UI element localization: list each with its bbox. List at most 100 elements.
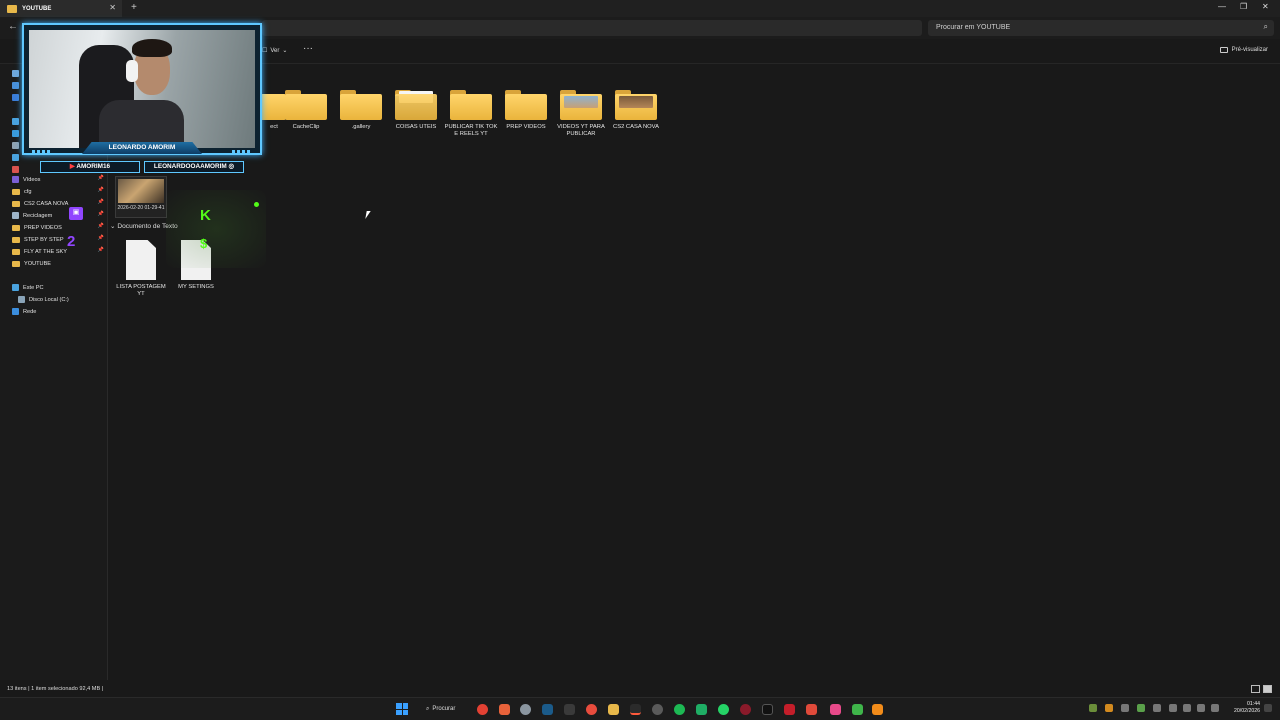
- sidebar-item-cfg[interactable]: cfg 📌: [12, 186, 106, 197]
- text-file-item[interactable]: LISTA POSTAGEM YT: [113, 240, 169, 298]
- text-file-icon: [126, 240, 156, 280]
- app-icon[interactable]: [852, 704, 863, 715]
- sidebar-item-videos[interactable]: Vídeos 📌: [12, 174, 106, 185]
- sidebar-item-fly-at-the-sky[interactable]: FLY AT THE SKY 📌: [12, 246, 106, 257]
- folder-item[interactable]: PREP VIDEOS: [499, 88, 553, 131]
- app-icon[interactable]: [740, 704, 751, 715]
- preview-icon: [1219, 47, 1228, 53]
- folder-item[interactable]: PUBLICAR TIK TOK E REELS YT: [444, 88, 498, 138]
- minimize-button[interactable]: —: [1218, 2, 1226, 11]
- maximize-button[interactable]: ❐: [1240, 2, 1247, 11]
- obs-icon[interactable]: [586, 704, 597, 715]
- microphone-icon[interactable]: [1169, 704, 1177, 712]
- tray-icon[interactable]: [1105, 704, 1113, 712]
- sidebar-item-step-by-step[interactable]: STEP BY STEP 📌: [12, 234, 106, 245]
- documents-icon[interactable]: [12, 140, 22, 151]
- live-dot: [254, 202, 259, 207]
- home-icon[interactable]: [12, 68, 22, 79]
- video-file-item[interactable]: 2026-02-20 01-29-41: [115, 176, 167, 218]
- tray-icon[interactable]: [1153, 704, 1161, 712]
- preview-pane-button[interactable]: Pré-visualizar: [1219, 47, 1268, 53]
- sidebar-item-label: Disco Local (C:): [29, 296, 69, 303]
- desktop-icon[interactable]: [12, 116, 22, 127]
- streamer-name: LEONARDO AMORIM: [82, 142, 202, 154]
- date: 20/02/2026: [1234, 708, 1260, 714]
- preview-label: Pré-visualizar: [1231, 47, 1268, 53]
- webcam-frame: [22, 23, 262, 155]
- more-options-button[interactable]: ···: [303, 43, 313, 54]
- app-icon[interactable]: [696, 704, 707, 715]
- file-explorer-icon[interactable]: [608, 704, 619, 715]
- search-input[interactable]: Procurar em YOUTUBE: [936, 24, 1010, 31]
- folder-item[interactable]: CacheClip: [279, 88, 333, 131]
- app-icon[interactable]: [564, 704, 575, 715]
- sidebar-item-reciclagem[interactable]: Reciclagem 📌: [12, 210, 106, 221]
- close-tab-icon[interactable]: ✕: [109, 3, 116, 12]
- sidebar-item-prep-videos[interactable]: PREP VIDEOS 📌: [12, 222, 106, 233]
- sidebar-item-label: Vídeos: [23, 176, 41, 183]
- frame-decoration: [32, 150, 50, 153]
- spotify-icon[interactable]: [674, 704, 685, 715]
- folder-icon: [12, 236, 20, 243]
- folder-item[interactable]: COISAS UTEIS: [389, 88, 443, 131]
- folder-icon: [285, 88, 327, 120]
- brave-icon[interactable]: [499, 704, 510, 715]
- tray-icon[interactable]: [1089, 704, 1097, 712]
- tiktok-icon[interactable]: [762, 704, 773, 715]
- folder-item[interactable]: .gallery: [334, 88, 388, 131]
- view-menu-button[interactable]: ☐ Ver ⌄: [262, 47, 287, 55]
- sidebar-item-este-pc[interactable]: Este PC: [12, 282, 106, 293]
- app-icon[interactable]: [830, 704, 841, 715]
- sidebar-item-youtube[interactable]: YOUTUBE: [12, 258, 106, 269]
- folder-item[interactable]: VIDEOS YT PARA PUBLICAR: [554, 88, 608, 138]
- notifications-icon[interactable]: [1264, 704, 1272, 712]
- chrome-icon[interactable]: [477, 704, 488, 715]
- sidebar-item-rede[interactable]: Rede: [12, 306, 106, 317]
- sidebar-item-label: FLY AT THE SKY: [24, 248, 68, 255]
- tab-youtube[interactable]: YOUTUBE ✕: [0, 0, 122, 17]
- taskbar-search[interactable]: ⌕ Procurar: [421, 702, 469, 716]
- back-arrow-icon[interactable]: ←: [8, 21, 18, 32]
- instagram-icon: ◎: [226, 163, 235, 170]
- whatsapp-icon[interactable]: [718, 704, 729, 715]
- settings-icon[interactable]: [520, 704, 531, 715]
- tray-icon[interactable]: [1121, 704, 1129, 712]
- file-label: MY SETINGS: [178, 284, 214, 290]
- volume-icon[interactable]: [1197, 704, 1205, 712]
- folder-item[interactable]: CS2 CASA NOVA: [609, 88, 663, 131]
- taskbar-search-label: Procurar: [432, 706, 456, 712]
- network-icon: [12, 308, 19, 315]
- app-icon[interactable]: [806, 704, 817, 715]
- onedrive-icon[interactable]: [12, 92, 22, 103]
- pc-icon: [12, 284, 19, 291]
- details-view-icon[interactable]: [1251, 685, 1260, 693]
- pin-icon: 📌: [97, 187, 104, 193]
- sidebar-item-disco-local[interactable]: Disco Local (C:): [18, 294, 112, 305]
- app-icon[interactable]: [784, 704, 795, 715]
- close-window-button[interactable]: ✕: [1262, 2, 1269, 11]
- webcam-overlay: LEONARDO AMORIM ▶ AMORIM16 LEONARDOOAAMO…: [22, 23, 262, 175]
- gallery-icon[interactable]: [12, 80, 22, 91]
- app-icon[interactable]: [652, 704, 663, 715]
- tiles-view-icon[interactable]: [1263, 685, 1272, 693]
- folder-icon: [12, 260, 20, 267]
- folder-icon: [12, 224, 20, 231]
- battery-icon[interactable]: [1211, 704, 1219, 712]
- address-bar[interactable]: [262, 20, 922, 36]
- sidebar-item-cs2-casa-nova[interactable]: CS2 CASA NOVA 📌: [12, 198, 106, 209]
- downloads-icon[interactable]: [12, 128, 22, 139]
- vlc-icon[interactable]: [872, 704, 883, 715]
- view-label: Ver: [270, 47, 280, 54]
- app-icon[interactable]: [630, 704, 641, 715]
- clock[interactable]: 01:44 20/02/2026: [1228, 701, 1260, 715]
- start-button[interactable]: [396, 703, 408, 715]
- search-box[interactable]: Procurar em YOUTUBE ⌕: [928, 20, 1274, 36]
- tray-icon[interactable]: [1137, 704, 1145, 712]
- kick-logo-icon: K: [200, 207, 211, 224]
- instagram-handle: LEONARDOOAAMORIM: [153, 163, 227, 170]
- video-file-label: 2026-02-20 01-29-41: [117, 205, 165, 211]
- pictures-icon[interactable]: [12, 152, 22, 163]
- steam-icon[interactable]: [542, 704, 553, 715]
- network-icon[interactable]: [1183, 704, 1191, 712]
- new-tab-button[interactable]: +: [131, 2, 137, 13]
